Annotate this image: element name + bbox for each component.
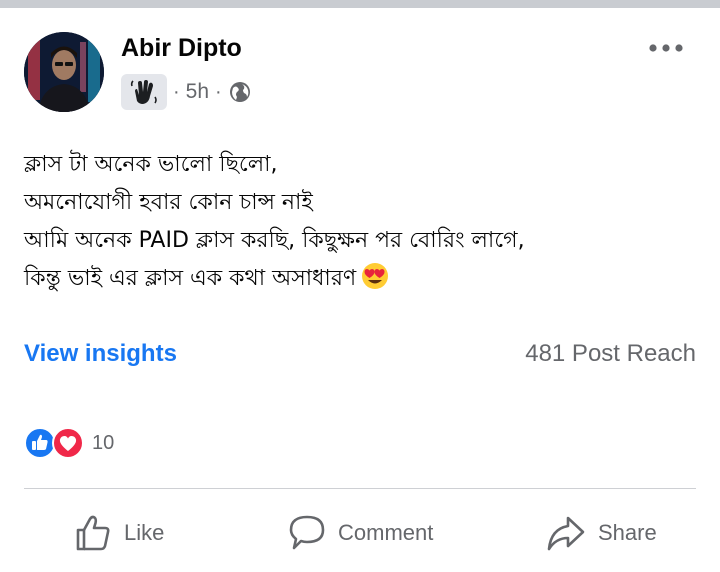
post-reach: 481 Post Reach (525, 340, 696, 367)
post-line: আমি অনেক PAID ক্লাস করছি, কিছুক্ষন পর বো… (24, 228, 525, 253)
top-separator-bar (0, 0, 720, 8)
post-line-text: কিন্তু ভাই এর ক্লাস এক কথা অসাধারণ (24, 266, 357, 291)
author-name[interactable]: Abir Dipto (121, 34, 242, 63)
hand-wave-icon[interactable] (121, 74, 167, 110)
post-line: ক্লাস টা অনেক ভালো ছিলো, (24, 152, 278, 177)
post-line: অমনোযোগী হবার কোন চান্স নাই (24, 190, 313, 215)
avatar[interactable] (24, 32, 104, 112)
comment-label: Comment (338, 520, 434, 545)
post-time[interactable]: 5h (186, 80, 209, 104)
post-body: ক্লাস টা অনেক ভালো ছিলো, অমনোযোগী হবার ক… (24, 146, 704, 298)
view-insights-link[interactable]: View insights (24, 340, 177, 368)
meta-separator: · (173, 80, 180, 103)
share-icon (544, 512, 588, 554)
reactions-summary[interactable]: 10 (24, 426, 114, 460)
love-reaction-icon (52, 427, 84, 459)
post-meta: · 5h · (121, 74, 252, 110)
more-options-icon[interactable] (648, 38, 684, 58)
like-label: Like (124, 520, 165, 545)
comment-icon (286, 512, 328, 554)
share-button[interactable]: Share (544, 510, 657, 556)
comment-button[interactable]: Comment (286, 510, 433, 556)
like-button[interactable]: Like (72, 510, 164, 556)
reaction-count: 10 (92, 431, 115, 454)
share-label: Share (598, 520, 657, 545)
thumbs-up-icon (72, 512, 114, 554)
heart-eyes-emoji-icon (360, 261, 390, 291)
post-line-last: কিন্তু ভাই এর ক্লাস এক কথা অসাধারণ (24, 260, 704, 298)
actions-divider (24, 488, 696, 489)
meta-separator: · (215, 80, 222, 103)
globe-icon (228, 80, 252, 104)
